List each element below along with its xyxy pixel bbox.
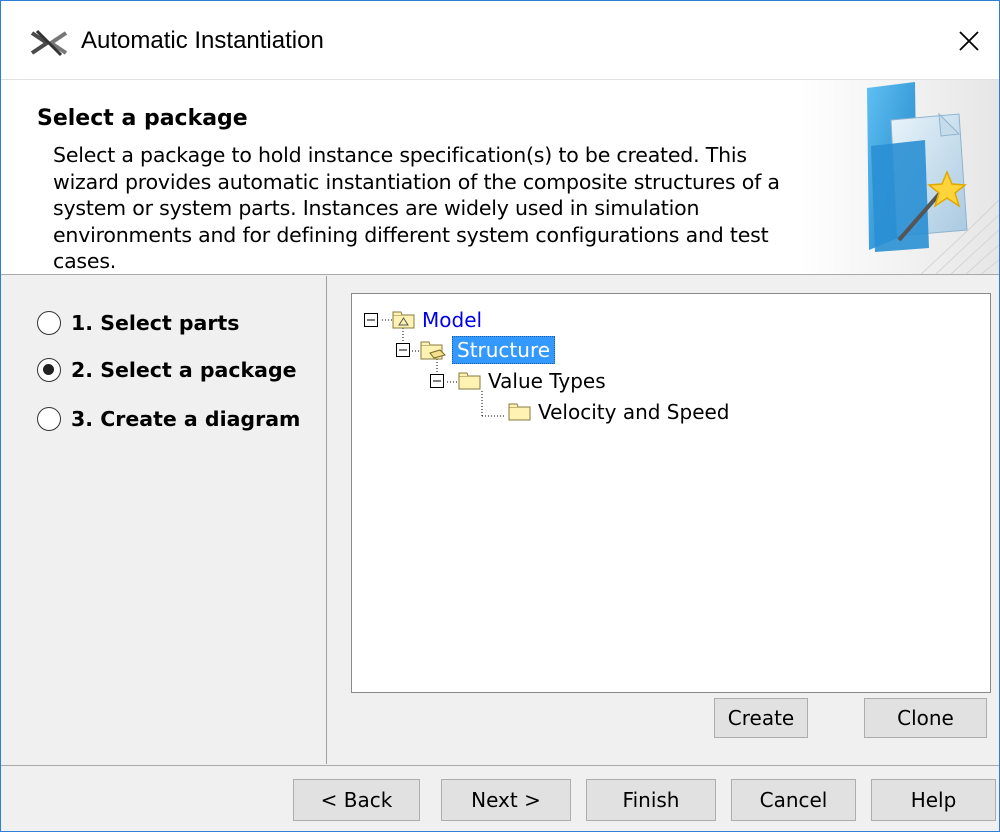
tree-node-model[interactable]: Model bbox=[364, 305, 482, 335]
folder-magic-wand-icon bbox=[799, 80, 999, 274]
header-description: Select a package to hold instance specif… bbox=[53, 143, 780, 273]
step-select-package[interactable]: 2. Select a package bbox=[37, 355, 297, 385]
package-tree[interactable]: Model Structure Value Types Velocity and… bbox=[351, 293, 991, 693]
collapse-icon[interactable] bbox=[430, 374, 444, 388]
step-create-diagram[interactable]: 3. Create a diagram bbox=[37, 404, 300, 434]
create-button[interactable]: Create bbox=[714, 698, 808, 738]
folder-icon bbox=[458, 372, 481, 390]
radio-button[interactable] bbox=[37, 407, 61, 431]
next-button[interactable]: Next > bbox=[441, 779, 571, 821]
tree-node-structure[interactable]: Structure bbox=[396, 335, 556, 365]
folder-icon bbox=[508, 403, 531, 421]
radio-button[interactable] bbox=[37, 311, 61, 335]
radio-button-checked[interactable] bbox=[37, 358, 61, 382]
model-package-icon bbox=[392, 311, 415, 329]
wizard-body: 1. Select parts 2. Select a package 3. C… bbox=[1, 276, 999, 764]
title-bar: Automatic Instantiation bbox=[1, 1, 999, 79]
step-label: 1. Select parts bbox=[71, 311, 240, 335]
close-button[interactable] bbox=[939, 11, 999, 71]
step-label: 2. Select a package bbox=[71, 358, 297, 382]
wizard-footer: < Back Next > Finish Cancel Help bbox=[1, 765, 999, 831]
dialog-window: Automatic Instantiation Select a package… bbox=[0, 0, 1000, 832]
steps-panel: 1. Select parts 2. Select a package 3. C… bbox=[1, 276, 327, 764]
window-title: Automatic Instantiation bbox=[81, 27, 324, 54]
close-icon bbox=[959, 31, 979, 51]
collapse-icon[interactable] bbox=[396, 343, 410, 357]
tree-node-label: Velocity and Speed bbox=[538, 400, 730, 424]
header-title: Select a package bbox=[37, 106, 248, 131]
help-button[interactable]: Help bbox=[871, 779, 996, 821]
tree-node-label-selected: Structure bbox=[452, 336, 556, 364]
step-select-parts[interactable]: 1. Select parts bbox=[37, 308, 240, 338]
finish-button[interactable]: Finish bbox=[586, 779, 716, 821]
collapse-icon[interactable] bbox=[364, 313, 378, 327]
tree-node-label: Model bbox=[422, 308, 483, 332]
clone-button[interactable]: Clone bbox=[864, 698, 987, 738]
app-logo-icon bbox=[30, 29, 68, 57]
tree-node-value-types[interactable]: Value Types bbox=[430, 366, 606, 396]
wizard-header: Select a package Select a package to hol… bbox=[1, 79, 999, 275]
step-label: 3. Create a diagram bbox=[71, 407, 301, 431]
cancel-button[interactable]: Cancel bbox=[731, 779, 856, 821]
package-icon bbox=[420, 341, 446, 360]
back-button[interactable]: < Back bbox=[293, 779, 420, 821]
tree-node-velocity-and-speed[interactable]: Velocity and Speed bbox=[508, 397, 730, 427]
tree-node-label: Value Types bbox=[488, 369, 606, 393]
